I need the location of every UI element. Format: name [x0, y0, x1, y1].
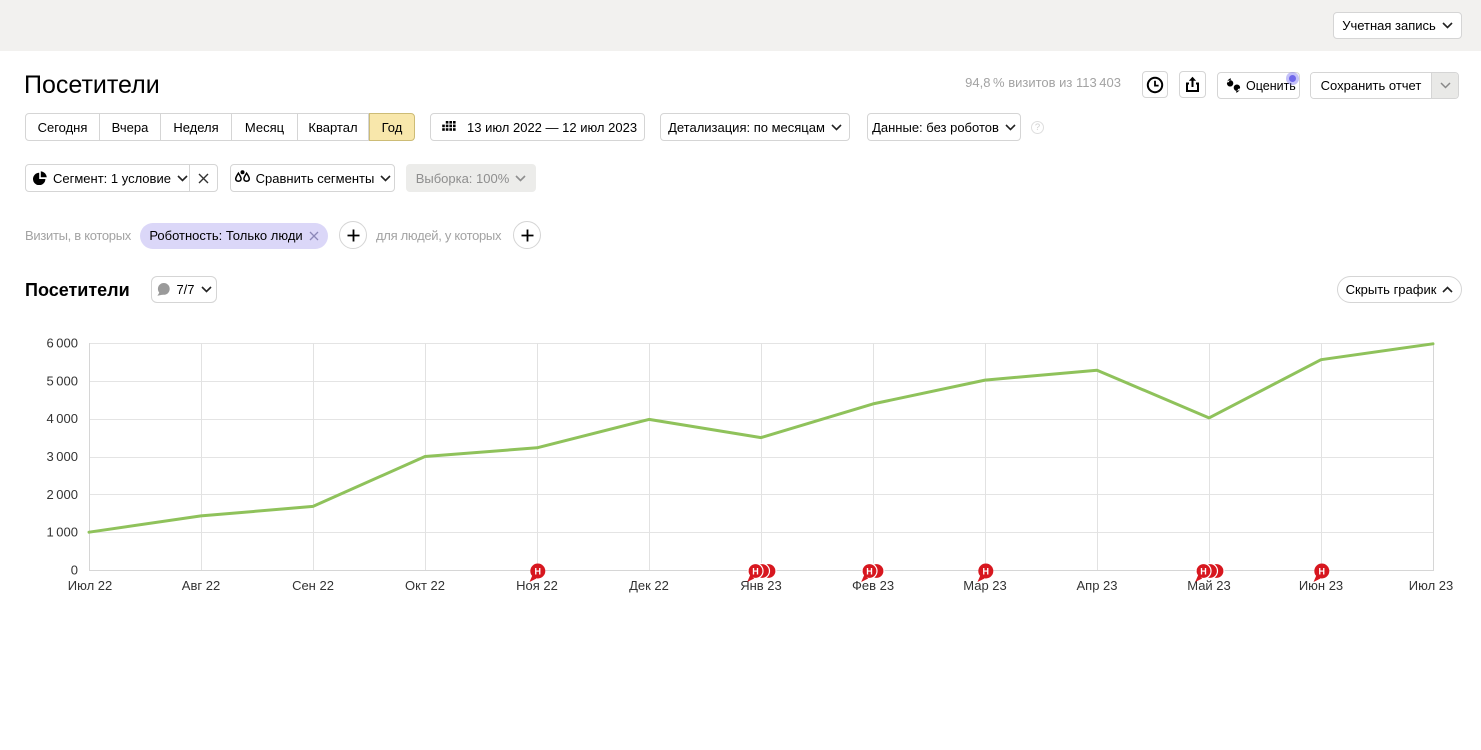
svg-text:Июл 22: Июл 22: [68, 578, 112, 593]
svg-text:Июн 23: Июн 23: [1299, 578, 1343, 593]
svg-text:6 000: 6 000: [46, 336, 78, 351]
svg-text:Ноя 22: Ноя 22: [516, 578, 558, 593]
svg-text:Н: Н: [535, 567, 542, 577]
svg-text:Окт 22: Окт 22: [405, 578, 445, 593]
svg-text:Фев 23: Фев 23: [852, 578, 894, 593]
svg-text:Дек 22: Дек 22: [629, 578, 669, 593]
svg-text:3 000: 3 000: [46, 449, 78, 464]
svg-text:Июл 23: Июл 23: [1409, 578, 1453, 593]
svg-text:1 000: 1 000: [46, 525, 78, 540]
svg-text:Н: Н: [866, 567, 873, 577]
svg-text:2 000: 2 000: [46, 487, 78, 502]
svg-text:4 000: 4 000: [46, 411, 78, 426]
svg-text:Н: Н: [1319, 567, 1326, 577]
svg-text:Мар 23: Мар 23: [963, 578, 1007, 593]
svg-text:Сен 22: Сен 22: [292, 578, 334, 593]
svg-text:Н: Н: [1200, 567, 1207, 577]
svg-text:Н: Н: [983, 567, 990, 577]
svg-text:Н: Н: [752, 567, 759, 577]
svg-text:Янв 23: Янв 23: [740, 578, 782, 593]
svg-text:Май 23: Май 23: [1187, 578, 1231, 593]
svg-text:Апр 23: Апр 23: [1076, 578, 1117, 593]
svg-text:Авг 22: Авг 22: [182, 578, 220, 593]
svg-text:0: 0: [71, 563, 78, 578]
svg-text:5 000: 5 000: [46, 373, 78, 388]
